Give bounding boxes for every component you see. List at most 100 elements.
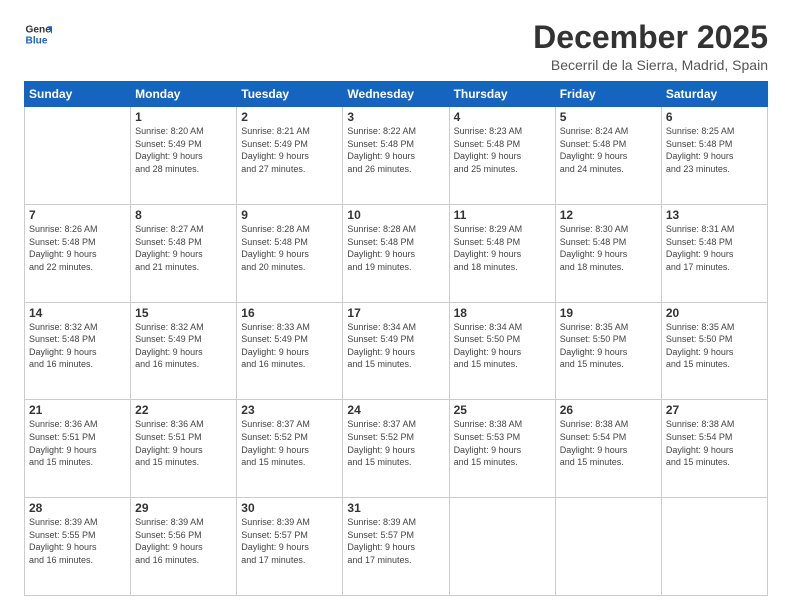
day-info: Sunrise: 8:36 AM Sunset: 5:51 PM Dayligh… <box>29 418 126 468</box>
day-number: 27 <box>666 403 763 417</box>
day-number: 28 <box>29 501 126 515</box>
day-number: 2 <box>241 110 338 124</box>
day-number: 12 <box>560 208 657 222</box>
day-number: 19 <box>560 306 657 320</box>
day-number: 15 <box>135 306 232 320</box>
month-title: December 2025 <box>533 20 768 55</box>
col-saturday: Saturday <box>661 82 767 107</box>
calendar-cell: 1Sunrise: 8:20 AM Sunset: 5:49 PM Daylig… <box>131 107 237 205</box>
day-info: Sunrise: 8:38 AM Sunset: 5:54 PM Dayligh… <box>560 418 657 468</box>
day-info: Sunrise: 8:32 AM Sunset: 5:48 PM Dayligh… <box>29 321 126 371</box>
calendar-cell <box>449 498 555 596</box>
col-wednesday: Wednesday <box>343 82 449 107</box>
calendar-cell: 28Sunrise: 8:39 AM Sunset: 5:55 PM Dayli… <box>25 498 131 596</box>
calendar-cell: 16Sunrise: 8:33 AM Sunset: 5:49 PM Dayli… <box>237 302 343 400</box>
day-info: Sunrise: 8:32 AM Sunset: 5:49 PM Dayligh… <box>135 321 232 371</box>
day-info: Sunrise: 8:39 AM Sunset: 5:55 PM Dayligh… <box>29 516 126 566</box>
calendar-cell: 7Sunrise: 8:26 AM Sunset: 5:48 PM Daylig… <box>25 204 131 302</box>
day-number: 3 <box>347 110 444 124</box>
day-number: 18 <box>454 306 551 320</box>
page: General Blue December 2025 Becerril de l… <box>0 0 792 612</box>
calendar-cell: 17Sunrise: 8:34 AM Sunset: 5:49 PM Dayli… <box>343 302 449 400</box>
calendar-cell: 6Sunrise: 8:25 AM Sunset: 5:48 PM Daylig… <box>661 107 767 205</box>
day-info: Sunrise: 8:20 AM Sunset: 5:49 PM Dayligh… <box>135 125 232 175</box>
day-info: Sunrise: 8:39 AM Sunset: 5:56 PM Dayligh… <box>135 516 232 566</box>
day-info: Sunrise: 8:34 AM Sunset: 5:49 PM Dayligh… <box>347 321 444 371</box>
col-tuesday: Tuesday <box>237 82 343 107</box>
day-info: Sunrise: 8:26 AM Sunset: 5:48 PM Dayligh… <box>29 223 126 273</box>
calendar-cell: 14Sunrise: 8:32 AM Sunset: 5:48 PM Dayli… <box>25 302 131 400</box>
calendar-cell: 18Sunrise: 8:34 AM Sunset: 5:50 PM Dayli… <box>449 302 555 400</box>
calendar-cell: 22Sunrise: 8:36 AM Sunset: 5:51 PM Dayli… <box>131 400 237 498</box>
day-number: 1 <box>135 110 232 124</box>
header-row: Sunday Monday Tuesday Wednesday Thursday… <box>25 82 768 107</box>
calendar-week-4: 28Sunrise: 8:39 AM Sunset: 5:55 PM Dayli… <box>25 498 768 596</box>
day-number: 16 <box>241 306 338 320</box>
day-number: 10 <box>347 208 444 222</box>
day-info: Sunrise: 8:39 AM Sunset: 5:57 PM Dayligh… <box>241 516 338 566</box>
day-info: Sunrise: 8:27 AM Sunset: 5:48 PM Dayligh… <box>135 223 232 273</box>
logo: General Blue <box>24 20 52 48</box>
header: General Blue December 2025 Becerril de l… <box>24 20 768 73</box>
calendar-cell: 20Sunrise: 8:35 AM Sunset: 5:50 PM Dayli… <box>661 302 767 400</box>
col-friday: Friday <box>555 82 661 107</box>
calendar-cell: 2Sunrise: 8:21 AM Sunset: 5:49 PM Daylig… <box>237 107 343 205</box>
day-number: 13 <box>666 208 763 222</box>
svg-text:General: General <box>26 24 52 35</box>
day-info: Sunrise: 8:39 AM Sunset: 5:57 PM Dayligh… <box>347 516 444 566</box>
day-info: Sunrise: 8:24 AM Sunset: 5:48 PM Dayligh… <box>560 125 657 175</box>
day-number: 23 <box>241 403 338 417</box>
day-number: 26 <box>560 403 657 417</box>
day-info: Sunrise: 8:33 AM Sunset: 5:49 PM Dayligh… <box>241 321 338 371</box>
calendar-cell: 3Sunrise: 8:22 AM Sunset: 5:48 PM Daylig… <box>343 107 449 205</box>
calendar-cell: 30Sunrise: 8:39 AM Sunset: 5:57 PM Dayli… <box>237 498 343 596</box>
day-info: Sunrise: 8:31 AM Sunset: 5:48 PM Dayligh… <box>666 223 763 273</box>
day-number: 24 <box>347 403 444 417</box>
logo-icon: General Blue <box>24 20 52 48</box>
calendar-cell: 26Sunrise: 8:38 AM Sunset: 5:54 PM Dayli… <box>555 400 661 498</box>
col-thursday: Thursday <box>449 82 555 107</box>
col-monday: Monday <box>131 82 237 107</box>
day-info: Sunrise: 8:22 AM Sunset: 5:48 PM Dayligh… <box>347 125 444 175</box>
calendar-cell: 21Sunrise: 8:36 AM Sunset: 5:51 PM Dayli… <box>25 400 131 498</box>
day-number: 17 <box>347 306 444 320</box>
subtitle: Becerril de la Sierra, Madrid, Spain <box>533 57 768 73</box>
svg-text:Blue: Blue <box>26 35 48 46</box>
day-info: Sunrise: 8:34 AM Sunset: 5:50 PM Dayligh… <box>454 321 551 371</box>
calendar-cell: 15Sunrise: 8:32 AM Sunset: 5:49 PM Dayli… <box>131 302 237 400</box>
day-number: 8 <box>135 208 232 222</box>
day-info: Sunrise: 8:38 AM Sunset: 5:53 PM Dayligh… <box>454 418 551 468</box>
day-info: Sunrise: 8:35 AM Sunset: 5:50 PM Dayligh… <box>560 321 657 371</box>
calendar-cell <box>661 498 767 596</box>
day-info: Sunrise: 8:38 AM Sunset: 5:54 PM Dayligh… <box>666 418 763 468</box>
day-info: Sunrise: 8:25 AM Sunset: 5:48 PM Dayligh… <box>666 125 763 175</box>
day-number: 31 <box>347 501 444 515</box>
calendar-cell: 19Sunrise: 8:35 AM Sunset: 5:50 PM Dayli… <box>555 302 661 400</box>
calendar-week-3: 21Sunrise: 8:36 AM Sunset: 5:51 PM Dayli… <box>25 400 768 498</box>
day-number: 7 <box>29 208 126 222</box>
day-number: 6 <box>666 110 763 124</box>
calendar-week-1: 7Sunrise: 8:26 AM Sunset: 5:48 PM Daylig… <box>25 204 768 302</box>
day-info: Sunrise: 8:28 AM Sunset: 5:48 PM Dayligh… <box>241 223 338 273</box>
calendar-cell: 12Sunrise: 8:30 AM Sunset: 5:48 PM Dayli… <box>555 204 661 302</box>
day-number: 14 <box>29 306 126 320</box>
calendar-week-2: 14Sunrise: 8:32 AM Sunset: 5:48 PM Dayli… <box>25 302 768 400</box>
day-info: Sunrise: 8:21 AM Sunset: 5:49 PM Dayligh… <box>241 125 338 175</box>
calendar-cell: 27Sunrise: 8:38 AM Sunset: 5:54 PM Dayli… <box>661 400 767 498</box>
day-number: 5 <box>560 110 657 124</box>
calendar-cell: 23Sunrise: 8:37 AM Sunset: 5:52 PM Dayli… <box>237 400 343 498</box>
day-number: 30 <box>241 501 338 515</box>
calendar-cell: 13Sunrise: 8:31 AM Sunset: 5:48 PM Dayli… <box>661 204 767 302</box>
calendar-cell: 8Sunrise: 8:27 AM Sunset: 5:48 PM Daylig… <box>131 204 237 302</box>
day-info: Sunrise: 8:30 AM Sunset: 5:48 PM Dayligh… <box>560 223 657 273</box>
day-number: 21 <box>29 403 126 417</box>
calendar-cell: 4Sunrise: 8:23 AM Sunset: 5:48 PM Daylig… <box>449 107 555 205</box>
calendar-cell: 24Sunrise: 8:37 AM Sunset: 5:52 PM Dayli… <box>343 400 449 498</box>
day-info: Sunrise: 8:35 AM Sunset: 5:50 PM Dayligh… <box>666 321 763 371</box>
calendar-cell: 31Sunrise: 8:39 AM Sunset: 5:57 PM Dayli… <box>343 498 449 596</box>
col-sunday: Sunday <box>25 82 131 107</box>
calendar-cell: 11Sunrise: 8:29 AM Sunset: 5:48 PM Dayli… <box>449 204 555 302</box>
calendar-cell: 10Sunrise: 8:28 AM Sunset: 5:48 PM Dayli… <box>343 204 449 302</box>
day-info: Sunrise: 8:37 AM Sunset: 5:52 PM Dayligh… <box>241 418 338 468</box>
calendar-cell: 25Sunrise: 8:38 AM Sunset: 5:53 PM Dayli… <box>449 400 555 498</box>
